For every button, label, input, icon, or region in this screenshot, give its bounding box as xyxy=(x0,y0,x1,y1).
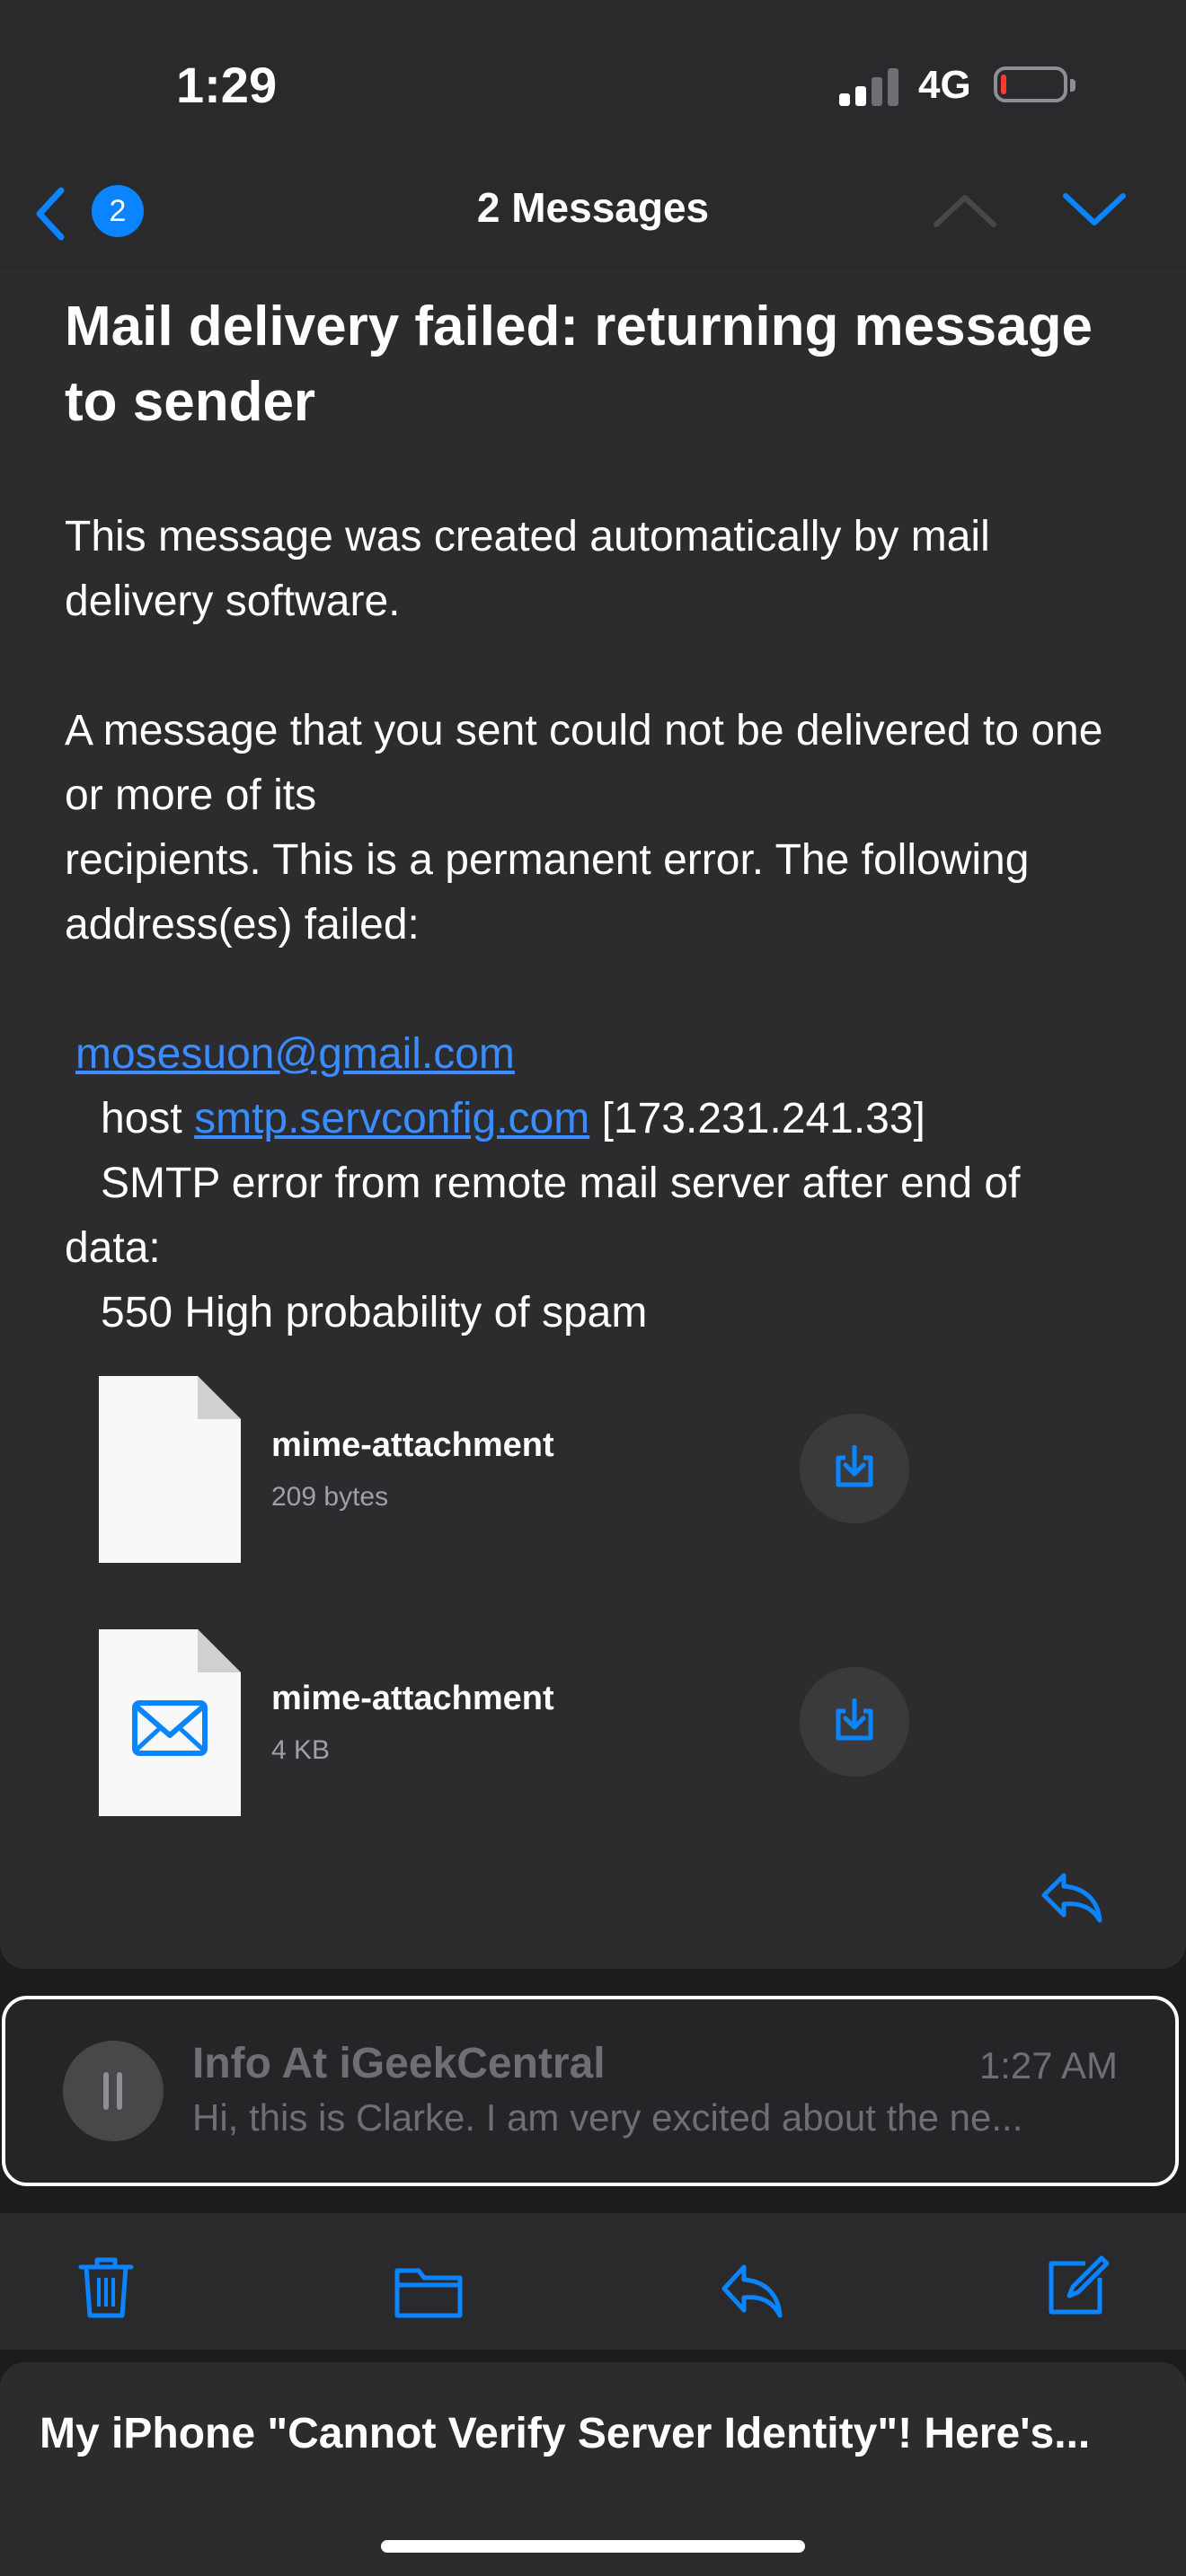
attachment-name[interactable]: mime-attachment xyxy=(271,1680,554,1718)
banner-title[interactable]: My iPhone "Cannot Verify Server Identity… xyxy=(40,2409,1154,2458)
sender-name: Info At iGeekCentral xyxy=(192,2040,606,2087)
next-message-icon[interactable] xyxy=(1060,189,1128,232)
status-time: 1:29 xyxy=(176,57,278,113)
reply-icon[interactable] xyxy=(1039,1870,1105,1924)
download-button[interactable] xyxy=(800,1667,909,1777)
nav-title: 2 Messages xyxy=(476,184,710,231)
battery-icon xyxy=(994,66,1075,102)
message-subject: Mail delivery failed: returning message … xyxy=(65,296,1093,433)
body-paragraph-2a: A message that you sent could not be del… xyxy=(65,707,1103,819)
message-preview: Hi, this is Clarke. I am very excited ab… xyxy=(192,2096,1023,2139)
download-button[interactable] xyxy=(800,1414,909,1523)
host-ip: [173.231.241.33] xyxy=(601,1095,925,1142)
network-label: 4G xyxy=(918,63,971,107)
host-link[interactable]: smtp.servconfig.com xyxy=(194,1095,589,1142)
bottom-toolbar xyxy=(0,2213,1186,2350)
trash-icon[interactable] xyxy=(77,2254,135,2319)
smtp-error-line: SMTP error from remote mail server after… xyxy=(65,1160,1021,1272)
host-prefix: host xyxy=(101,1095,182,1142)
envelope-document-icon[interactable] xyxy=(99,1629,241,1816)
download-icon xyxy=(836,1698,873,1741)
attachment-size: 209 bytes xyxy=(271,1482,389,1512)
avatar xyxy=(63,2041,164,2141)
body-paragraph-1: This message was created automatically b… xyxy=(65,513,990,625)
reply-icon[interactable] xyxy=(719,2262,785,2319)
failed-address[interactable]: mosesuon@gmail.com xyxy=(75,1030,515,1078)
document-icon[interactable] xyxy=(99,1376,241,1563)
folder-icon[interactable] xyxy=(394,2263,464,2319)
spam-line: 550 High probability of spam xyxy=(101,1289,648,1337)
previous-message-icon[interactable] xyxy=(931,189,999,232)
body-paragraph-2b: recipients. This is a permanent error. T… xyxy=(65,836,1030,948)
attachment-size: 4 KB xyxy=(271,1735,331,1765)
home-indicator[interactable] xyxy=(381,2540,805,2553)
compose-icon[interactable] xyxy=(1046,2254,1109,2317)
collapsed-message[interactable] xyxy=(2,1996,1179,2186)
message-time: 1:27 AM xyxy=(978,2044,1118,2086)
download-icon xyxy=(836,1445,873,1487)
signal-icon xyxy=(839,65,902,106)
host-line: host smtp.servconfig.com [173.231.241.33… xyxy=(101,1087,1161,1151)
failed-address-link[interactable]: mosesuon@gmail.com xyxy=(75,1022,1136,1087)
attachment-name[interactable]: mime-attachment xyxy=(271,1426,554,1465)
